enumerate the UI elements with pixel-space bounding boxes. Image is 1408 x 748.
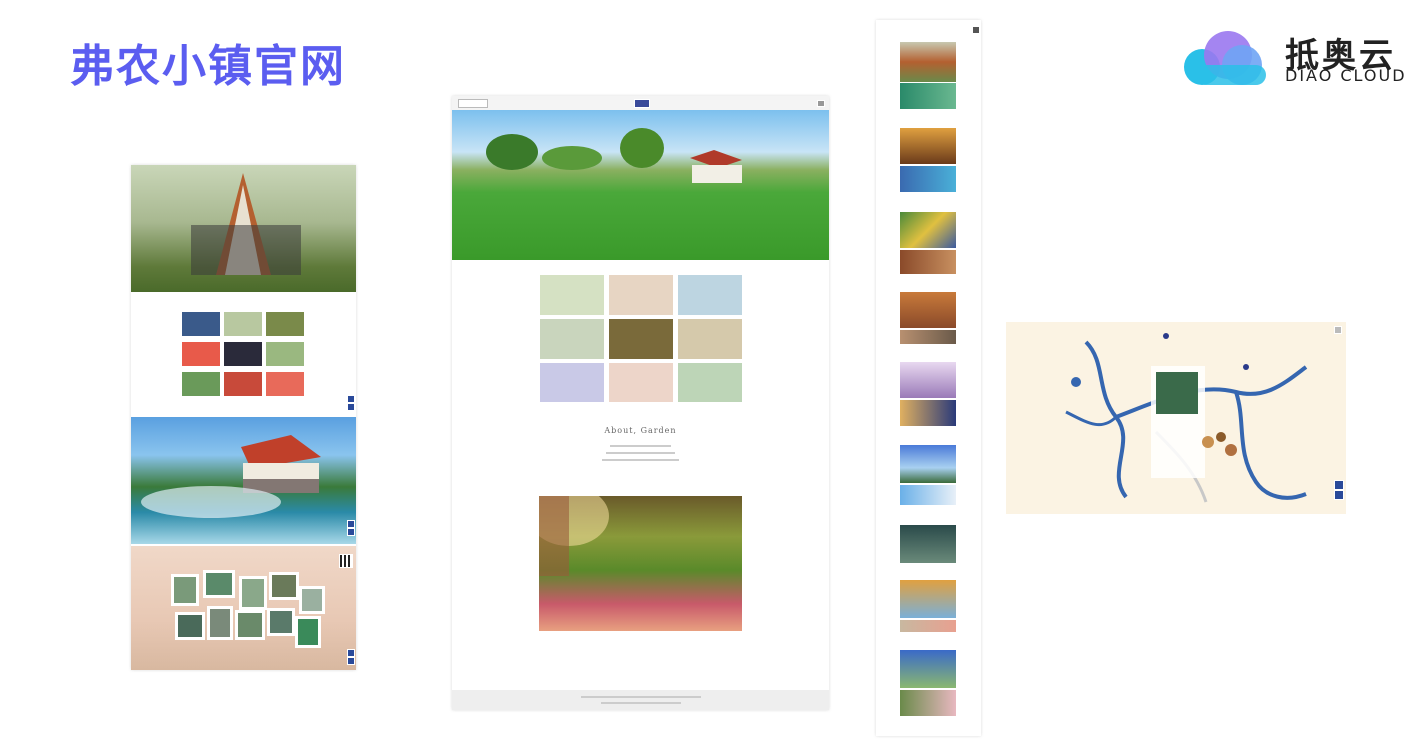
map-control-button[interactable]: [1334, 480, 1344, 490]
gallery-thumb[interactable]: [223, 341, 263, 367]
menu-icon[interactable]: [1334, 326, 1342, 334]
venue-tile[interactable]: [539, 318, 605, 360]
gallery-thumb[interactable]: [223, 311, 263, 337]
strip-photo: [900, 400, 956, 426]
venue-tile-grid: [539, 274, 742, 402]
menu-icon[interactable]: [817, 100, 825, 107]
venue-tile[interactable]: [608, 274, 674, 316]
photo-frame: [171, 574, 199, 606]
side-float-button[interactable]: [347, 649, 355, 657]
strip-photo: [900, 330, 956, 344]
about-text-block: [602, 445, 679, 466]
page-footer: [452, 690, 829, 710]
venue-tile[interactable]: [539, 274, 605, 316]
photo-frame: [295, 616, 321, 648]
top-nav-bar: [452, 96, 829, 110]
side-float-button[interactable]: [347, 395, 355, 403]
strip-photo: [900, 525, 956, 563]
logo-text-en: DIAO CLOUD: [1285, 66, 1407, 85]
cloud-logo-icon: [1184, 31, 1266, 85]
side-float-button[interactable]: [347, 403, 355, 411]
gallery-thumb[interactable]: [181, 311, 221, 337]
farmhouse-shape: [486, 128, 742, 183]
about-heading: About, Garden: [604, 426, 677, 435]
nav-logo[interactable]: [634, 99, 650, 108]
chapel-arch-shape: [191, 173, 301, 275]
strip-photo: [900, 485, 956, 505]
house-shape: [141, 435, 321, 518]
strip-photo: [900, 83, 956, 109]
venue-tile[interactable]: [677, 362, 742, 402]
strip-photo: [900, 580, 956, 618]
photo-frame: [203, 570, 235, 598]
photo-frame: [267, 608, 295, 636]
side-float-button[interactable]: [347, 657, 355, 665]
illustrated-map: [1065, 333, 1308, 503]
map-control-button[interactable]: [1334, 490, 1344, 500]
menu-icon[interactable]: [972, 26, 980, 34]
photo-frame: [235, 610, 265, 640]
venue-tile[interactable]: [539, 362, 605, 402]
gallery-thumb[interactable]: [181, 341, 221, 367]
venue-tile[interactable]: [677, 318, 742, 360]
venue-tile[interactable]: [608, 318, 674, 360]
wedding-gallery-grid: [181, 311, 306, 401]
strip-photo: [900, 250, 956, 274]
meadow-hero-photo: [452, 110, 829, 260]
strip-photo: [900, 362, 956, 398]
mockup-garden-page: About, Garden: [452, 96, 829, 710]
page-title: 弗农小镇官网: [70, 41, 346, 92]
venue-tile[interactable]: [608, 362, 674, 402]
search-input[interactable]: [458, 99, 488, 108]
photo-frame: [207, 606, 233, 640]
photo-wall-section: [131, 546, 356, 670]
mockup-park-map: [1006, 322, 1346, 514]
strip-photo: [900, 650, 956, 688]
photo-frame: [269, 572, 299, 600]
photo-frame: [175, 612, 205, 640]
gallery-thumb[interactable]: [223, 371, 263, 397]
side-float-button[interactable]: [347, 528, 355, 536]
strip-photo: [900, 620, 956, 632]
gallery-thumb[interactable]: [265, 371, 305, 397]
strip-photo: [900, 690, 956, 716]
sunlight-shape: [539, 496, 609, 576]
gallery-thumb[interactable]: [265, 341, 305, 367]
strip-photo: [900, 445, 956, 483]
lake-house-photo: [131, 417, 356, 544]
strip-photo: [900, 292, 956, 328]
strip-photo: [900, 42, 956, 82]
hero-wedding-photo: [131, 165, 356, 292]
mockup-homepage: [131, 165, 356, 670]
photo-frame: [299, 586, 325, 614]
gallery-thumb[interactable]: [181, 371, 221, 397]
mockup-mobile-strip: [876, 20, 981, 736]
qr-code-icon[interactable]: [339, 554, 353, 568]
gallery-thumb[interactable]: [265, 311, 305, 337]
venue-tile[interactable]: [677, 274, 742, 316]
side-float-button[interactable]: [347, 520, 355, 528]
flower-garden-photo: [539, 496, 742, 631]
photo-frame: [239, 576, 267, 610]
strip-photo: [900, 166, 956, 192]
strip-photo: [900, 212, 956, 248]
strip-photo: [900, 128, 956, 164]
